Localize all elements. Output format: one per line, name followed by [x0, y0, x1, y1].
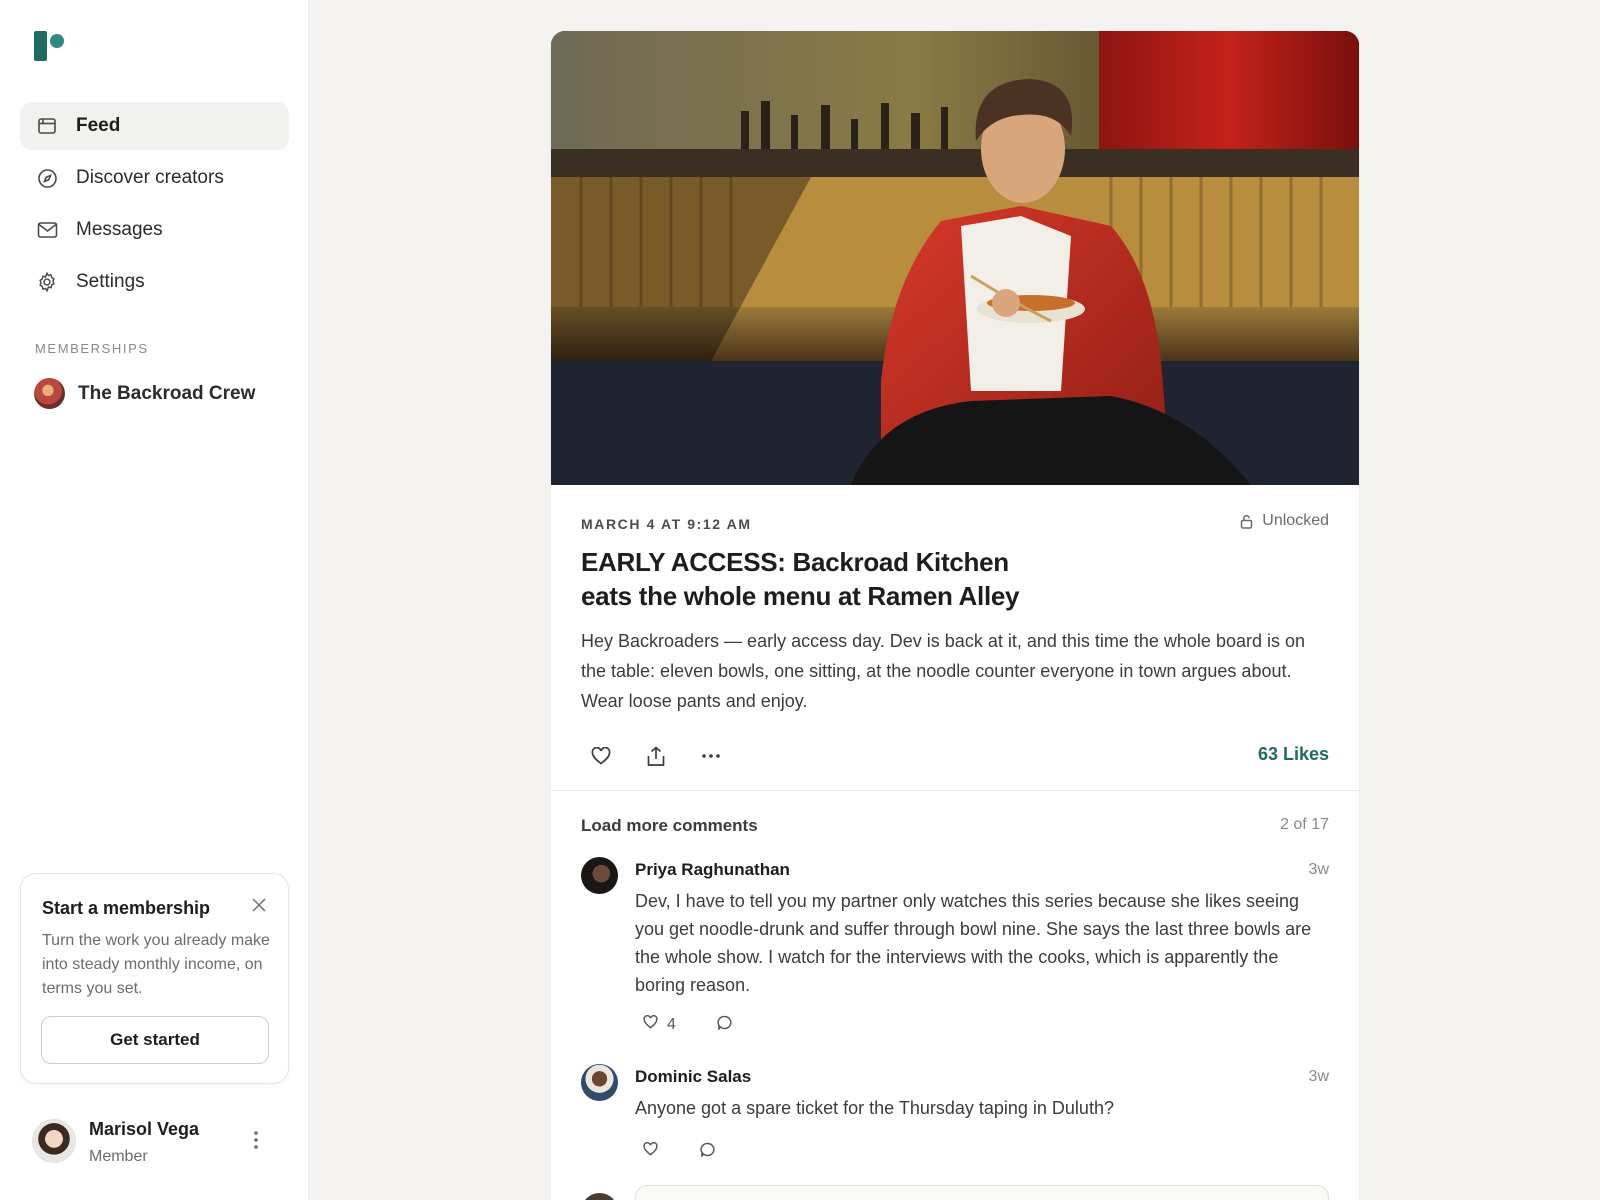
- share-icon[interactable]: [641, 741, 671, 771]
- avatar[interactable]: [581, 1064, 618, 1101]
- heart-icon: [643, 1014, 658, 1034]
- close-icon[interactable]: [248, 894, 270, 916]
- user-name: Marisol Vega: [89, 1119, 200, 1139]
- avatar[interactable]: [581, 857, 618, 894]
- comment-like-button[interactable]: 4: [643, 1014, 676, 1034]
- avatar: [32, 1119, 76, 1163]
- sidebar-item-label: Settings: [76, 271, 145, 292]
- load-more-comments-button[interactable]: Load more comments: [581, 816, 758, 836]
- sidebar-item-label: Discover creators: [76, 167, 224, 188]
- unlocked-badge: Unlocked: [1240, 512, 1329, 530]
- compass-icon: [36, 167, 58, 189]
- get-started-button[interactable]: Get started: [41, 1016, 269, 1064]
- comment: Dominic Salas 3w Anyone got a spare tick…: [581, 1064, 1329, 1184]
- feed-icon: [36, 115, 58, 137]
- sidebar-item-messages[interactable]: Messages: [20, 206, 289, 254]
- membership-name: The Backroad Crew: [78, 382, 256, 404]
- sidebar-item-settings[interactable]: Settings: [20, 258, 289, 306]
- sidebar-item-label: Feed: [76, 115, 121, 136]
- comment-time: 3w: [1308, 1068, 1329, 1085]
- more-horizontal-icon[interactable]: [696, 741, 726, 771]
- comment-like-count: 4: [667, 1015, 676, 1033]
- post-date: MARCH 4 AT 9:12 AM: [581, 516, 752, 532]
- post-hero-image[interactable]: [551, 31, 1359, 485]
- post-actions: 63 Likes: [581, 737, 1329, 773]
- more-vertical-icon[interactable]: [246, 1127, 266, 1153]
- patreon-logo-icon[interactable]: [34, 31, 66, 61]
- comment-author[interactable]: Priya Raghunathan: [635, 860, 790, 880]
- gear-icon: [36, 271, 58, 293]
- mail-icon: [36, 219, 58, 241]
- sidebar-item-discover-creators[interactable]: Discover creators: [20, 154, 289, 202]
- unlocked-label: Unlocked: [1262, 512, 1329, 529]
- heart-icon[interactable]: [586, 741, 616, 771]
- comment-author[interactable]: Dominic Salas: [635, 1067, 751, 1087]
- comment-text: Anyone got a spare ticket for the Thursd…: [635, 1098, 1114, 1118]
- unlocked-lock-icon: [1240, 513, 1254, 529]
- start-membership-card: Start a membership Turn the work you alr…: [20, 873, 289, 1084]
- heart-icon: [643, 1141, 658, 1161]
- avatar: [581, 1193, 618, 1200]
- creator-avatar: [34, 378, 65, 409]
- likes-count[interactable]: 63 Likes: [1258, 744, 1329, 765]
- comment-time: 3w: [1308, 861, 1329, 878]
- sidebar-item-feed[interactable]: Feed: [20, 102, 289, 150]
- sidebar: Feed Discover creators Messages Settings…: [0, 0, 309, 1200]
- comment: Priya Raghunathan 3w Dev, I have to tell…: [581, 857, 1329, 1047]
- post-body: Hey Backroaders — early access day. Dev …: [581, 631, 1305, 711]
- comment-reply-button[interactable]: [700, 1142, 716, 1163]
- comment-input[interactable]: [635, 1185, 1329, 1200]
- memberships-heading: MEMBERSHIPS: [35, 341, 149, 356]
- post-title: EARLY ACCESS: Backroad Kitchen eats the …: [581, 547, 1020, 611]
- promo-title: Start a membership: [42, 898, 211, 918]
- sidebar-nav: Feed Discover creators Messages Settings: [20, 102, 289, 310]
- post-card: MARCH 4 AT 9:12 AM Unlocked EARLY ACCESS…: [551, 31, 1359, 1200]
- divider: [551, 790, 1359, 791]
- membership-item[interactable]: The Backroad Crew: [34, 378, 255, 409]
- sidebar-item-label: Messages: [76, 219, 163, 240]
- speech-bubble-icon: [717, 1015, 733, 1036]
- comment-count: 2 of 17: [1280, 816, 1329, 833]
- user-role: Member: [89, 1148, 148, 1165]
- comment-reply-button[interactable]: [717, 1015, 733, 1036]
- comment-like-button[interactable]: [643, 1141, 658, 1161]
- speech-bubble-icon: [700, 1142, 716, 1163]
- user-profile[interactable]: Marisol Vega Member: [32, 1119, 282, 1167]
- comment-text: Dev, I have to tell you my partner only …: [635, 891, 1312, 995]
- promo-text: Turn the work you already make into stea…: [42, 932, 270, 997]
